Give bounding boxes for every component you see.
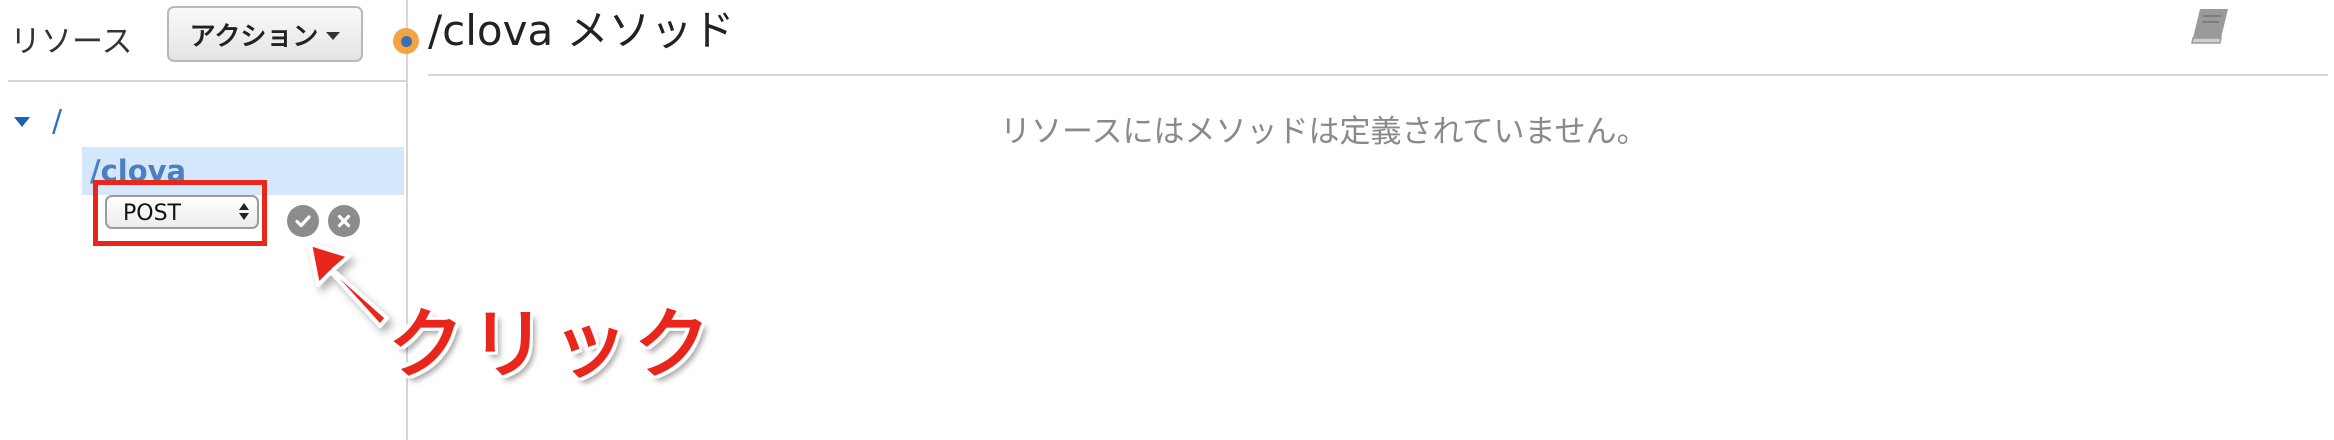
cancel-method-button[interactable] — [328, 205, 360, 237]
method-select-highlight: POST — [93, 180, 267, 246]
book-icon[interactable] — [2188, 6, 2232, 50]
chevron-down-icon — [326, 31, 341, 40]
caret-down-icon[interactable] — [14, 116, 30, 127]
method-select[interactable]: POST — [105, 195, 259, 229]
page-title: /clova メソッド — [428, 6, 735, 55]
app-root: リソース アクション / /clova POST /clova メソッド リソー… — [0, 0, 2334, 440]
check-icon — [295, 215, 311, 228]
actions-dropdown-button[interactable]: アクション — [167, 6, 363, 62]
status-dot-icon — [393, 28, 419, 54]
close-icon — [337, 214, 351, 228]
select-stepper-icon — [239, 203, 249, 220]
tree-root-label: / — [52, 104, 63, 139]
method-select-value: POST — [123, 201, 181, 226]
click-annotation-label: クリック — [388, 300, 716, 389]
resources-label: リソース — [10, 24, 133, 60]
left-panel-divider — [8, 80, 406, 82]
header-divider — [428, 74, 2328, 76]
resources-panel: リソース アクション / /clova POST — [0, 0, 408, 440]
empty-methods-message: リソースにはメソッドは定義されていません。 — [1000, 114, 1648, 150]
actions-button-label: アクション — [189, 21, 319, 52]
confirm-method-button[interactable] — [287, 205, 319, 237]
tree-item-root[interactable]: / — [14, 104, 62, 139]
